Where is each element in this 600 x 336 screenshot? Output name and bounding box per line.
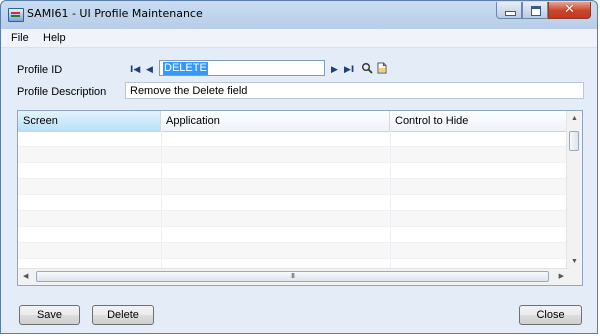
scroll-right-icon[interactable]: ▶ <box>559 272 564 282</box>
vertical-scroll-thumb[interactable] <box>569 131 579 151</box>
column-header-control-to-hide[interactable]: Control to Hide <box>390 111 569 131</box>
close-window-button[interactable]: ✕ <box>548 2 591 19</box>
maximize-icon <box>531 6 541 16</box>
table-row[interactable] <box>18 163 569 179</box>
close-button[interactable]: Close <box>519 305 582 325</box>
scroll-down-icon[interactable]: ▼ <box>571 257 578 267</box>
scroll-left-icon[interactable]: ◀ <box>23 272 28 282</box>
column-divider <box>390 131 391 269</box>
column-divider <box>161 131 162 269</box>
scrollbar-corner <box>567 269 582 285</box>
title-bar[interactable]: SAMI61 - UI Profile Maintenance ✕ <box>1 1 597 29</box>
save-button[interactable]: Save <box>19 305 80 325</box>
close-icon: ✕ <box>564 2 575 17</box>
profile-grid[interactable]: Screen Application Control to Hide ▲ ▼ ◀… <box>17 110 583 286</box>
window-controls: ✕ <box>496 2 591 19</box>
delete-button[interactable]: Delete <box>92 305 154 325</box>
menu-file[interactable]: File <box>11 32 29 44</box>
table-row[interactable] <box>18 211 569 227</box>
table-row[interactable] <box>18 195 569 211</box>
grid-header: Screen Application Control to Hide <box>18 111 569 132</box>
main-window: SAMI61 - UI Profile Maintenance ✕ File H… <box>0 0 598 334</box>
table-row[interactable] <box>18 131 569 147</box>
table-row[interactable] <box>18 147 569 163</box>
horizontal-scroll-thumb[interactable]: III <box>36 271 549 282</box>
profile-id-label: Profile ID <box>17 64 63 76</box>
profile-description-label: Profile Description <box>17 86 107 98</box>
table-row[interactable] <box>18 227 569 243</box>
profile-description-input[interactable]: Remove the Delete field <box>125 82 584 99</box>
menu-bar: File Help <box>1 29 597 48</box>
last-record-icon[interactable]: ▶I <box>344 65 354 75</box>
next-record-icon[interactable]: ▶ <box>331 65 338 75</box>
profile-id-value: DELETE <box>163 62 208 75</box>
minimize-button[interactable] <box>496 2 522 19</box>
table-row[interactable] <box>18 243 569 259</box>
window-title: SAMI61 - UI Profile Maintenance <box>27 7 203 20</box>
app-icon[interactable] <box>8 8 24 22</box>
profile-id-input[interactable]: DELETE <box>159 60 325 76</box>
search-icon[interactable] <box>361 62 373 74</box>
previous-record-icon[interactable]: ◀ <box>146 65 153 75</box>
first-record-icon[interactable]: I◀ <box>130 65 140 75</box>
scroll-up-icon[interactable]: ▲ <box>571 114 578 124</box>
new-document-icon[interactable] <box>376 62 388 74</box>
menu-help[interactable]: Help <box>43 32 66 44</box>
column-header-screen[interactable]: Screen <box>18 111 161 131</box>
vertical-scrollbar[interactable]: ▲ ▼ <box>566 111 582 270</box>
grid-body <box>18 131 569 270</box>
horizontal-scrollbar[interactable]: ◀ III ▶ <box>18 268 569 285</box>
column-header-application[interactable]: Application <box>161 111 390 131</box>
minimize-icon <box>505 11 516 16</box>
table-row[interactable] <box>18 179 569 195</box>
maximize-button[interactable] <box>522 2 548 19</box>
